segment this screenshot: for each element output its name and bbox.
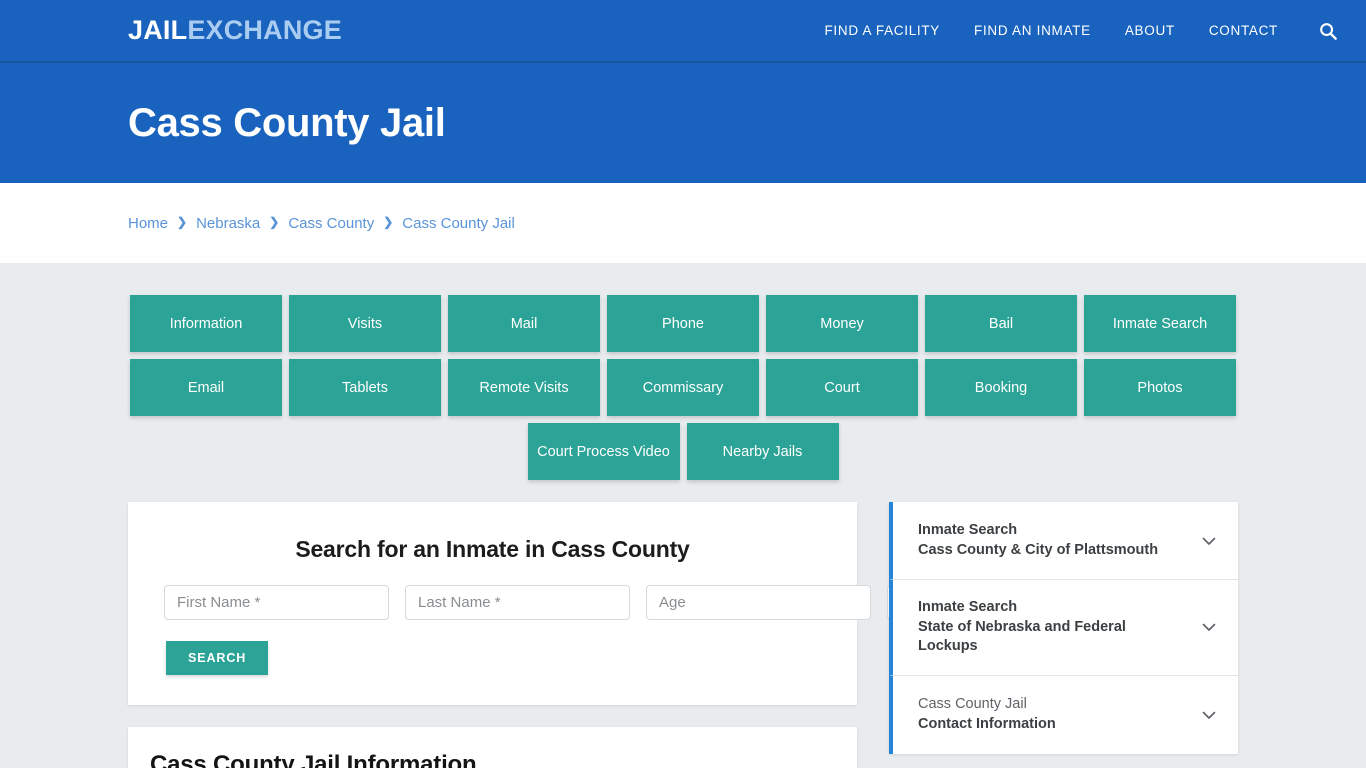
chevron-down-icon[interactable]	[1198, 616, 1220, 638]
accordion-item-inmate-search-county[interactable]: Inmate Search Cass County & City of Plat…	[889, 502, 1238, 580]
tile-phone[interactable]: Phone	[607, 295, 759, 352]
breadcrumb-item-home[interactable]: Home	[128, 215, 168, 232]
tile-information[interactable]: Information	[130, 295, 282, 352]
jail-information-card: Cass County Jail Information	[128, 727, 857, 768]
tile-bail[interactable]: Bail	[925, 295, 1077, 352]
tile-booking[interactable]: Booking	[925, 359, 1077, 416]
page-title: Cass County Jail	[128, 101, 446, 145]
sidebar-column: Inmate Search Cass County & City of Plat…	[889, 502, 1238, 754]
accordion-item-line2: State of Nebraska and Federal Lockups	[918, 618, 1126, 655]
page-hero: Cass County Jail	[0, 63, 1366, 183]
logo-text-primary: JAIL	[128, 15, 188, 45]
first-name-input[interactable]	[164, 585, 389, 620]
tile-tablets[interactable]: Tablets	[289, 359, 441, 416]
breadcrumb-separator-icon: ❯	[383, 215, 394, 229]
main-navigation: FIND A FACILITY FIND AN INMATE ABOUT CON…	[824, 19, 1366, 43]
tile-inmate-search[interactable]: Inmate Search	[1084, 295, 1236, 352]
accordion-item-label: Inmate Search State of Nebraska and Fede…	[918, 598, 1188, 657]
inmate-search-card: Search for an Inmate in Cass County Race…	[128, 502, 949, 705]
content-columns: Search for an Inmate in Cass County Race…	[128, 502, 1238, 768]
chevron-down-icon[interactable]	[1198, 530, 1220, 552]
accordion-item-contact-information[interactable]: Cass County Jail Contact Information	[889, 675, 1238, 754]
nav-item-find-a-facility[interactable]: FIND A FACILITY	[824, 23, 940, 38]
page-body: Information Visits Mail Phone Money Bail…	[0, 263, 1366, 768]
site-header: JAILEXCHANGE FIND A FACILITY FIND AN INM…	[0, 0, 1366, 63]
nav-item-contact[interactable]: CONTACT	[1209, 23, 1278, 38]
breadcrumb-item-current: Cass County Jail	[402, 214, 515, 232]
accordion-item-label: Cass County Jail Contact Information	[918, 695, 1188, 734]
last-name-input[interactable]	[405, 585, 630, 620]
accordion-item-line1: Cass County Jail	[918, 696, 1027, 713]
tile-money[interactable]: Money	[766, 295, 918, 352]
tile-mail[interactable]: Mail	[448, 295, 600, 352]
accordion-item-line1: Inmate Search	[918, 599, 1018, 615]
accordion-item-line2: Cass County & City of Plattsmouth	[918, 541, 1159, 558]
facility-section-tiles: Information Visits Mail Phone Money Bail…	[128, 295, 1238, 480]
main-column: Search for an Inmate in Cass County Race…	[128, 502, 949, 768]
tile-court-process-video[interactable]: Court Process Video	[527, 423, 680, 480]
breadcrumb: Home ❯ Nebraska ❯ Cass County ❯ Cass Cou…	[128, 215, 515, 232]
tile-nearby-jails[interactable]: Nearby Jails	[686, 423, 839, 480]
breadcrumb-bar: Home ❯ Nebraska ❯ Cass County ❯ Cass Cou…	[0, 183, 1366, 263]
accordion-item-line2: Contact Information	[918, 715, 1056, 732]
chevron-down-icon[interactable]	[1198, 704, 1220, 726]
search-button[interactable]: SEARCH	[166, 641, 269, 675]
sidebar-accordion: Inmate Search Cass County & City of Plat…	[889, 502, 1238, 754]
inmate-search-heading: Search for an Inmate in Cass County	[295, 536, 690, 562]
accordion-item-line1: Inmate Search	[918, 521, 1018, 538]
tile-email[interactable]: Email	[130, 359, 282, 416]
site-logo[interactable]: JAILEXCHANGE	[128, 17, 342, 44]
tile-court[interactable]: Court	[766, 359, 918, 416]
breadcrumb-item-cass-county[interactable]: Cass County	[288, 215, 374, 232]
inmate-search-form: Race	[148, 585, 949, 620]
tile-visits[interactable]: Visits	[289, 295, 441, 352]
nav-item-about[interactable]: ABOUT	[1125, 23, 1175, 38]
search-icon[interactable]	[1316, 19, 1340, 43]
breadcrumb-separator-icon: ❯	[269, 215, 280, 229]
accordion-item-inmate-search-state[interactable]: Inmate Search State of Nebraska and Fede…	[889, 580, 1238, 676]
nav-item-find-an-inmate[interactable]: FIND AN INMATE	[974, 23, 1091, 38]
breadcrumb-item-nebraska[interactable]: Nebraska	[196, 215, 260, 232]
jail-information-heading: Cass County Jail Information	[150, 751, 477, 768]
tile-photos[interactable]: Photos	[1084, 359, 1236, 416]
tile-remote-visits[interactable]: Remote Visits	[448, 359, 600, 416]
breadcrumb-separator-icon: ❯	[177, 215, 188, 229]
tile-commissary[interactable]: Commissary	[607, 359, 759, 416]
accordion-item-label: Inmate Search Cass County & City of Plat…	[918, 521, 1188, 560]
age-input[interactable]	[646, 585, 871, 620]
logo-text-secondary: EXCHANGE	[187, 15, 342, 45]
